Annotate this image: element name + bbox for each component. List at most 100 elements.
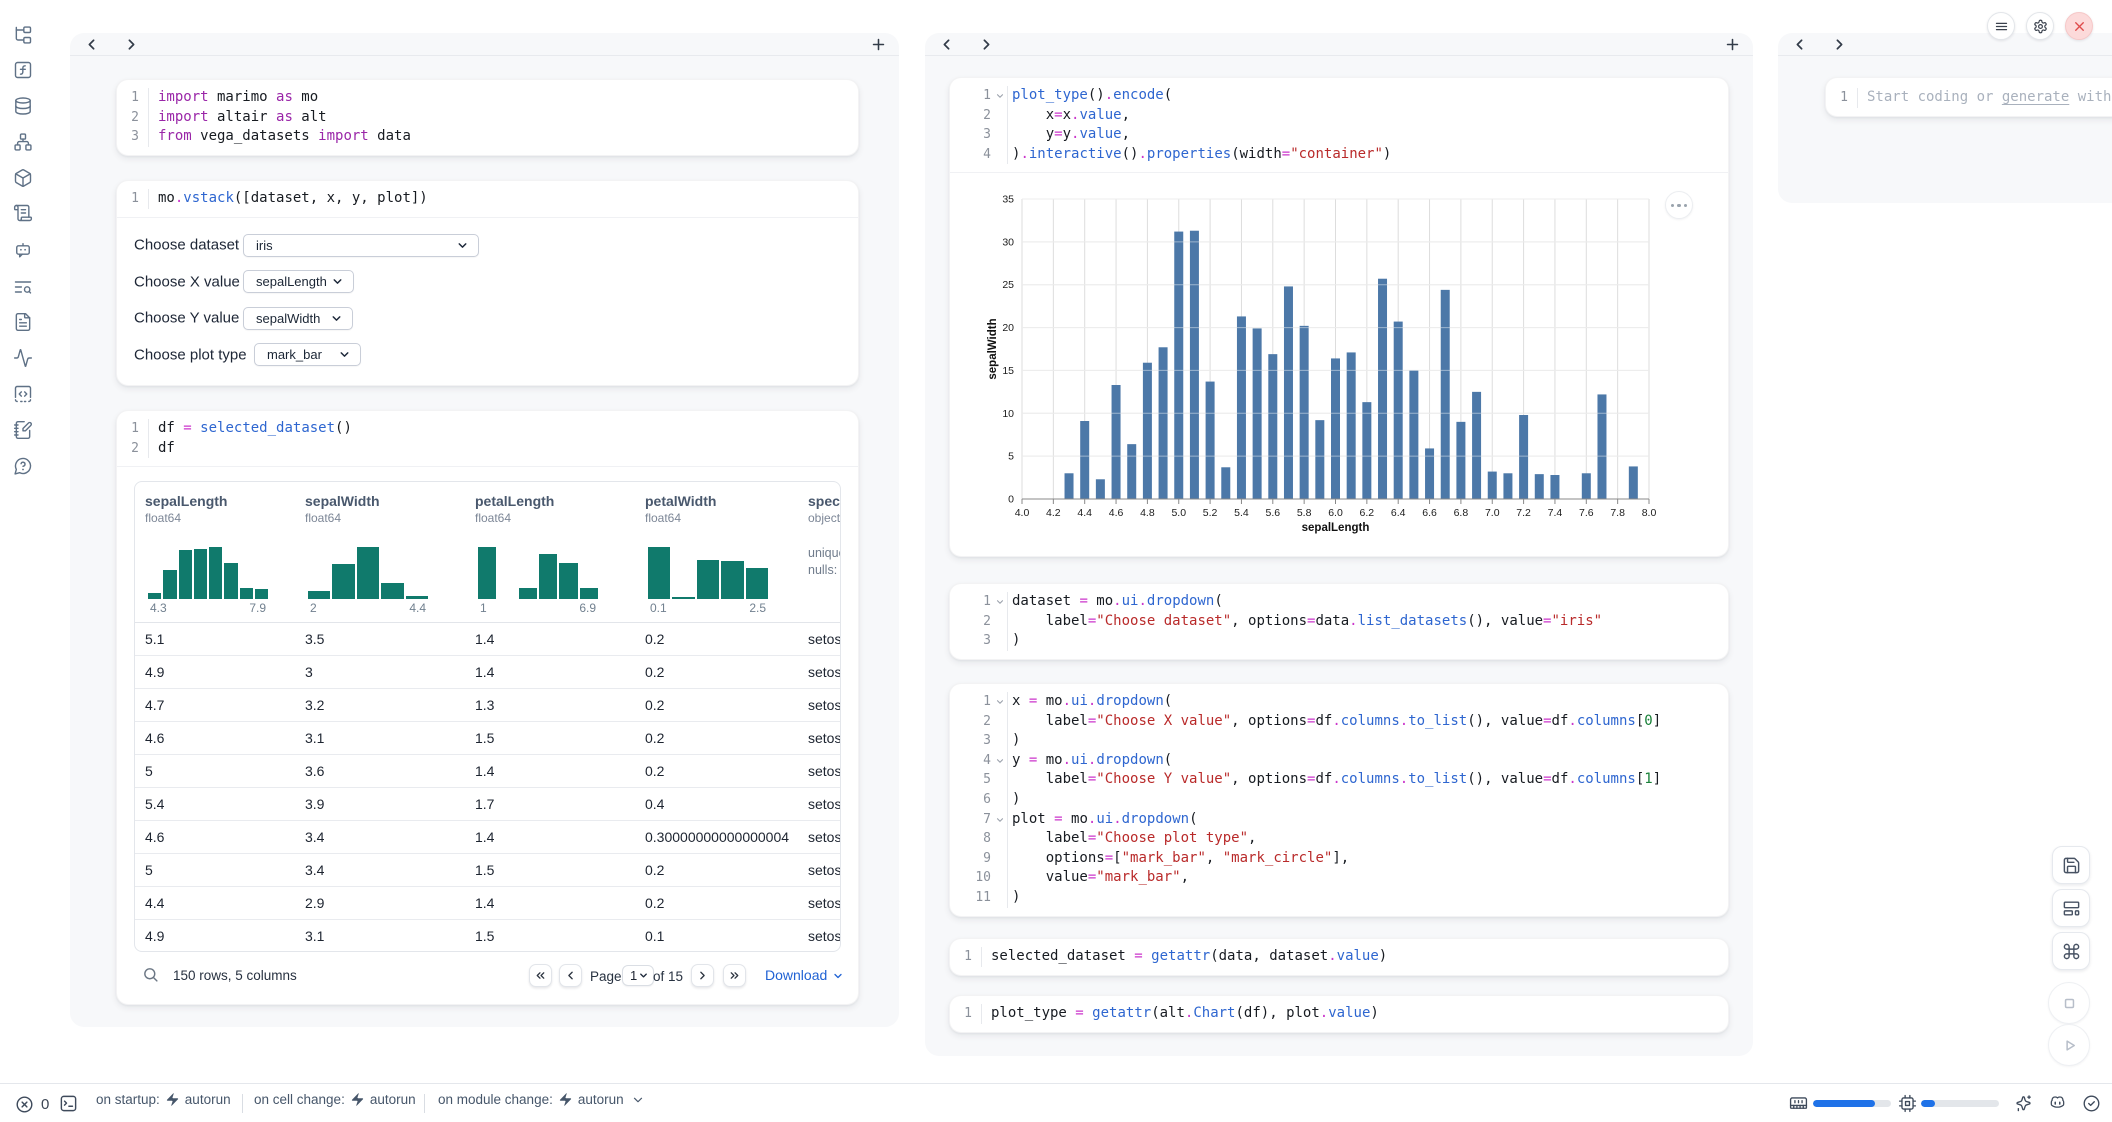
ai-assist-button[interactable]: [2014, 1094, 2033, 1113]
column-histogram[interactable]: [308, 547, 428, 599]
chevron-down-icon: [331, 275, 344, 288]
table-column-header[interactable]: sepalLengthfloat644.37.9: [145, 482, 305, 622]
table-cell: 0.2: [645, 755, 810, 788]
gear-icon: [2033, 19, 2048, 34]
stop-button[interactable]: [2048, 982, 2090, 1024]
table-column-header[interactable]: speciesobjectunique: 3nulls: 0: [808, 482, 841, 622]
sidebar-item-activity-icon[interactable]: [13, 348, 33, 368]
settings-button[interactable]: [2026, 12, 2054, 40]
table-cell: 2.9: [305, 887, 470, 920]
code-editor[interactable]: 12df = selected_dataset()df: [117, 411, 858, 466]
sidebar-item-bot-message-icon[interactable]: [13, 240, 33, 260]
table-row[interactable]: 53.61.40.2setosa: [135, 755, 840, 788]
column-histogram[interactable]: [648, 547, 768, 599]
sidebar-item-file-text-icon[interactable]: [13, 312, 33, 332]
errors-indicator[interactable]: 0: [15, 1095, 49, 1114]
search-icon[interactable]: [142, 952, 159, 983]
table-row[interactable]: 4.63.41.40.30000000000000004setosa: [135, 821, 840, 854]
code-editor[interactable]: 123import marimo as moimport altair as a…: [117, 80, 858, 155]
generate-link[interactable]: generate: [2002, 89, 2069, 105]
menu-button[interactable]: [1987, 12, 2015, 40]
column-histogram[interactable]: [478, 547, 598, 599]
column-1-header: [70, 33, 899, 56]
save-button[interactable]: [2052, 846, 2090, 884]
table-row[interactable]: 4.931.40.2setosa: [135, 656, 840, 689]
first-page-button[interactable]: [529, 964, 552, 987]
table-cell: 4.9: [145, 656, 310, 689]
connection-status[interactable]: [2082, 1094, 2101, 1113]
command-icon: [2062, 942, 2081, 961]
sidebar-item-code-square-dashed-icon[interactable]: [13, 384, 33, 404]
fold-chevron-icon[interactable]: [995, 697, 1005, 707]
sidebar-item-notebook-pen-icon[interactable]: [13, 420, 33, 440]
page-select[interactable]: 1: [622, 965, 654, 986]
prev-page-button[interactable]: [559, 964, 582, 987]
sidebar-item-database-icon[interactable]: [13, 96, 33, 116]
table-row[interactable]: 5.13.51.40.2setosa: [135, 623, 840, 656]
on-cell-change-setting[interactable]: on cell change: autorun: [254, 1092, 416, 1107]
next-page-button[interactable]: [691, 964, 714, 987]
cpu-indicator[interactable]: [1898, 1094, 1917, 1113]
on-module-change-setting[interactable]: on module change: autorun: [438, 1092, 645, 1107]
code-editor[interactable]: 1mo.vstack([dataset, x, y, plot]): [117, 181, 858, 217]
dropdown-select-choose-x-value[interactable]: sepalLength: [243, 270, 354, 293]
column-next-button[interactable]: [123, 36, 140, 53]
dropdown-select-choose-plot-type[interactable]: mark_bar: [254, 343, 361, 366]
sidebar-item-scroll-text-icon[interactable]: [13, 203, 33, 223]
last-page-button[interactable]: [723, 964, 746, 987]
memory-indicator[interactable]: [1789, 1094, 1808, 1113]
fold-chevron-icon[interactable]: [995, 756, 1005, 766]
code-editor[interactable]: 123dataset = mo.ui.dropdown( label="Choo…: [950, 584, 1728, 659]
terminal-button[interactable]: [59, 1094, 78, 1113]
sidebar-item-network-icon[interactable]: [13, 132, 33, 152]
table-row[interactable]: 4.93.11.50.1setosa: [135, 920, 840, 952]
table-row[interactable]: 4.63.11.50.2setosa: [135, 722, 840, 755]
setting-value: autorun: [185, 1092, 231, 1107]
table-column-header[interactable]: sepalWidthfloat6424.4: [305, 482, 465, 622]
table-row[interactable]: 4.73.21.30.2setosa: [135, 689, 840, 722]
svg-text:4.6: 4.6: [1109, 507, 1124, 519]
sidebar-item-text-search-icon[interactable]: [13, 277, 33, 297]
layout-toggle-button[interactable]: [2052, 889, 2090, 927]
keyboard-shortcuts-button[interactable]: [2052, 932, 2090, 970]
download-button[interactable]: Download: [765, 967, 844, 983]
shutdown-button[interactable]: [2065, 12, 2093, 40]
dropdown-select-choose-dataset[interactable]: iris: [243, 234, 479, 257]
fold-chevron-icon[interactable]: [995, 597, 1005, 607]
table-column-header[interactable]: petalWidthfloat640.12.5: [645, 482, 805, 622]
svg-text:4.0: 4.0: [1015, 507, 1030, 519]
dropdown-row: Choose Y valuesepalWidth: [117, 307, 858, 330]
dropdown-select-choose-y-value[interactable]: sepalWidth: [243, 307, 353, 330]
code-editor[interactable]: 1selected_dataset = getattr(data, datase…: [950, 939, 1728, 975]
table-row[interactable]: 53.41.50.2setosa: [135, 854, 840, 887]
column-prev-button[interactable]: [1791, 36, 1808, 53]
table-row[interactable]: 5.43.91.70.4setosa: [135, 788, 840, 821]
fold-chevron-icon[interactable]: [995, 91, 1005, 101]
sidebar-item-package-box-icon[interactable]: [13, 168, 33, 188]
table-column-header[interactable]: petalLengthfloat6416.9: [475, 482, 635, 622]
table-cell: 1.5: [475, 722, 640, 755]
svg-text:6.2: 6.2: [1360, 507, 1375, 519]
code-editor[interactable]: 1234plot_type().encode( x=x.value, y=y.v…: [950, 78, 1728, 172]
column-next-button[interactable]: [1831, 36, 1848, 53]
column-prev-button[interactable]: [938, 36, 955, 53]
code-editor[interactable]: 1plot_type = getattr(alt.Chart(df), plot…: [950, 996, 1728, 1032]
column-prev-button[interactable]: [83, 36, 100, 53]
add-cell-button[interactable]: [870, 36, 887, 53]
table-cell: 5: [145, 755, 310, 788]
sidebar-item-help-bubble-icon[interactable]: [13, 456, 33, 476]
code-editor[interactable]: 1Start coding or generate with AI: [1826, 78, 2112, 117]
on-startup-setting[interactable]: on startup: autorun: [96, 1092, 231, 1107]
table-row[interactable]: 4.42.91.40.2setosa: [135, 887, 840, 920]
fold-chevron-icon[interactable]: [995, 815, 1005, 825]
sidebar-item-file-tree-icon[interactable]: [13, 25, 33, 45]
add-cell-button[interactable]: [1724, 36, 1741, 53]
run-button[interactable]: [2048, 1024, 2090, 1066]
copilot-button[interactable]: [2048, 1094, 2067, 1113]
column-next-button[interactable]: [978, 36, 995, 53]
sidebar-item-function-square-icon[interactable]: [13, 60, 33, 80]
code-editor[interactable]: 1234567891011x = mo.ui.dropdown( label="…: [950, 684, 1728, 916]
menu-icon: [1994, 19, 2009, 34]
column-histogram[interactable]: [148, 547, 268, 599]
column-dtype: float64: [305, 511, 465, 525]
